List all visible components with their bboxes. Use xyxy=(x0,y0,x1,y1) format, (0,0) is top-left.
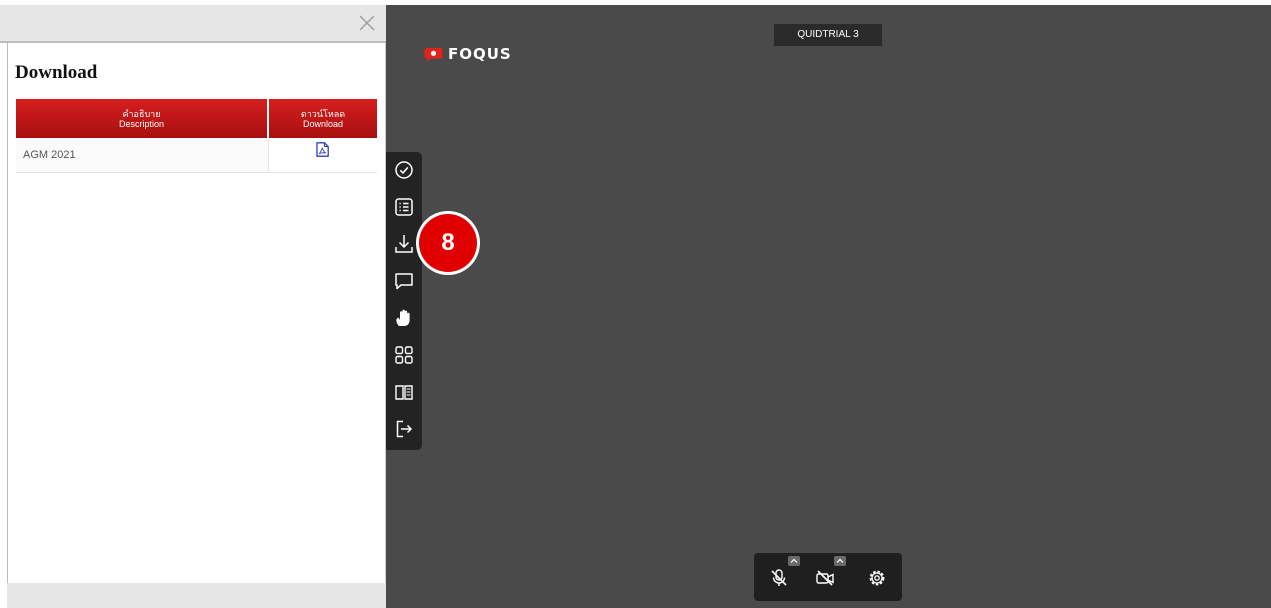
foqus-logo: FOQUS xyxy=(424,44,512,64)
camera-options-chevron-up-icon[interactable] xyxy=(834,556,846,566)
pdf-file-icon[interactable] xyxy=(316,142,330,158)
chat-icon[interactable] xyxy=(392,269,416,293)
mic-options-chevron-up-icon[interactable] xyxy=(788,556,800,566)
step-number-badge: 8 xyxy=(416,211,480,275)
header-english-label: Download xyxy=(302,118,344,129)
header-thai-label: ดาวน์โหลด xyxy=(300,108,346,119)
download-panel: Download คำอธิบาย Description ดาวน์โหลด … xyxy=(0,0,386,608)
panel-title: Download xyxy=(15,62,98,83)
header-thai-label: คำอธิบาย xyxy=(122,108,161,119)
mic-muted-icon[interactable] xyxy=(768,567,790,589)
column-header-description: คำอธิบาย Description xyxy=(16,99,269,138)
gear-icon[interactable] xyxy=(866,567,888,589)
grid-icon[interactable] xyxy=(392,343,416,367)
download-icon[interactable] xyxy=(392,232,416,256)
list-icon[interactable] xyxy=(392,195,416,219)
exit-icon[interactable] xyxy=(392,417,416,441)
close-icon[interactable] xyxy=(358,14,376,32)
hand-icon[interactable] xyxy=(392,306,416,330)
stage-top-strip xyxy=(386,0,1271,5)
column-header-download: ดาวน์โหลด Download xyxy=(268,99,377,138)
header-english-label: Description xyxy=(118,118,165,129)
table-row: AGM 2021 xyxy=(16,138,377,173)
logo-text: FOQUS xyxy=(448,45,512,63)
video-stage xyxy=(386,0,1271,608)
logo-mark-icon xyxy=(424,47,443,61)
file-description: AGM 2021 xyxy=(16,138,269,173)
step-number: 8 xyxy=(419,214,477,272)
room-name-label: QUIDTRIAL 3 xyxy=(774,24,882,46)
check-circle-icon[interactable] xyxy=(392,158,416,182)
panel-border xyxy=(7,43,8,583)
media-control-bar xyxy=(754,553,902,601)
side-toolbar xyxy=(386,152,422,450)
panel-footer xyxy=(7,583,386,608)
camera-off-icon[interactable] xyxy=(814,567,836,589)
download-table: คำอธิบาย Description ดาวน์โหลด Download … xyxy=(16,99,377,173)
panel-header-bar xyxy=(0,5,386,43)
download-cell xyxy=(268,138,377,173)
book-icon[interactable] xyxy=(392,380,416,404)
